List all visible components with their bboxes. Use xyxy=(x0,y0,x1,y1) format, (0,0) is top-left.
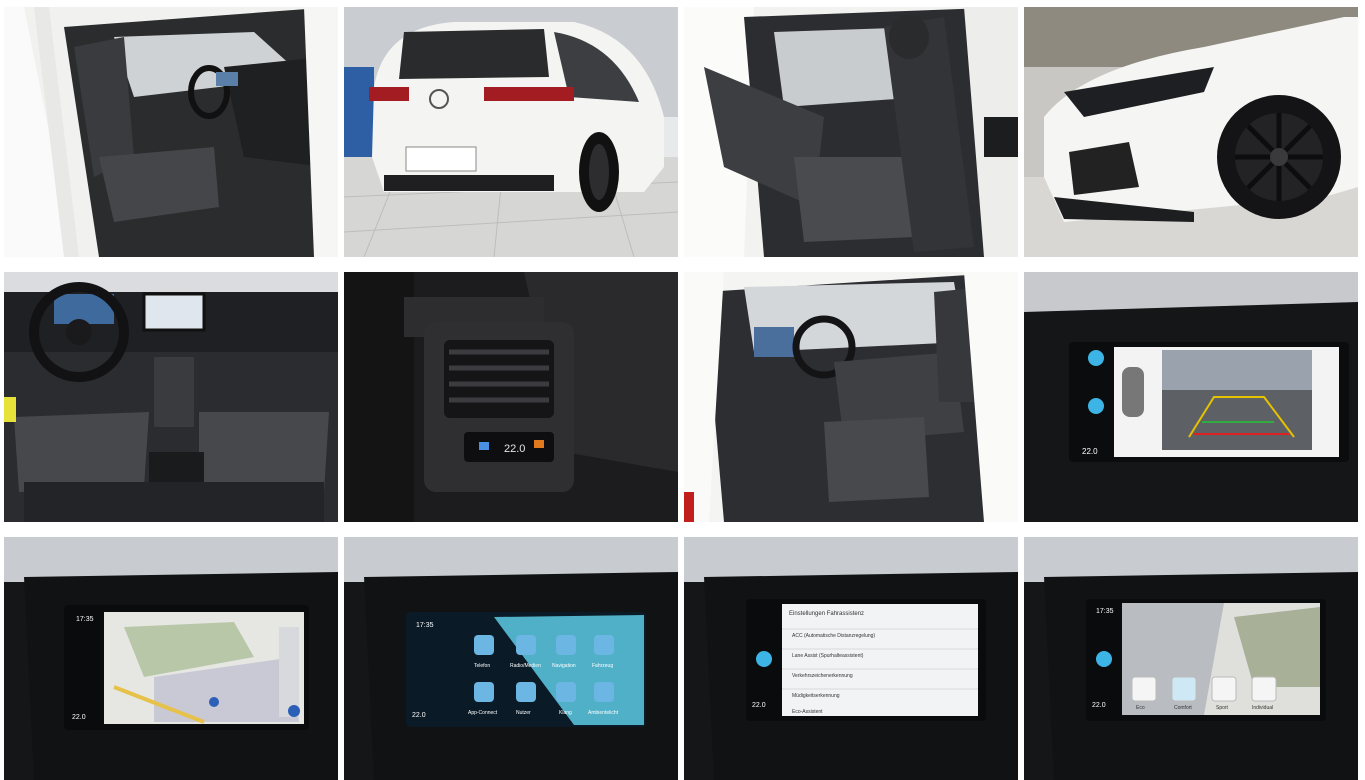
assist-temp-label: 22.0 xyxy=(752,702,766,709)
photo-rear-air-vent[interactable]: 22.0 xyxy=(344,272,678,522)
apps-temp-label: 22.0 xyxy=(412,712,426,719)
app-menu-screen-image: 17:35 22.0 Telefon Radio/Medien Navigati… xyxy=(344,537,678,780)
photo-front-exterior-wheel[interactable] xyxy=(1024,7,1358,257)
photo-dashboard-cockpit[interactable] xyxy=(4,272,338,522)
photo-passenger-door-open-interior[interactable] xyxy=(684,272,1018,522)
rear-vent-image: 22.0 xyxy=(344,272,678,522)
nav-temp-label: 22.0 xyxy=(72,714,86,721)
photo-app-menu-screen[interactable]: 17:35 22.0 Telefon Radio/Medien Navigati… xyxy=(344,537,678,780)
ambient-light-screen-image: Eco Comfort Sport Individual 17:35 22.0 xyxy=(1024,537,1358,780)
photo-gallery: 22.0 22.0 17:35 22.0 17:35 22.0 Telefon … xyxy=(0,0,1365,780)
light-option-individual: Individual xyxy=(1252,705,1273,711)
app-label-radio: Radio/Medien xyxy=(510,663,541,669)
app-label-klang: Klang xyxy=(559,710,572,716)
photo-rear-exterior[interactable] xyxy=(344,7,678,257)
light-time-label: 17:35 xyxy=(1096,608,1114,615)
light-option-comfort: Comfort xyxy=(1174,705,1192,711)
app-label-ambientelicht: Ambientelicht xyxy=(588,710,619,716)
app-label-app-connect: App-Connect xyxy=(468,710,498,716)
camera-screen-image: 22.0 xyxy=(1024,272,1358,522)
dashboard-image xyxy=(4,272,338,522)
rear-exterior-image xyxy=(344,7,678,257)
assist-item-fatigue: Müdigkeitserkennung xyxy=(792,693,840,699)
driver-interior-image xyxy=(4,7,338,257)
assistance-screen-image: Einstellungen Fahrassistenz ACC (Automat… xyxy=(684,537,1018,780)
passenger-interior-image xyxy=(684,272,1018,522)
light-temp-label: 22.0 xyxy=(1092,702,1106,709)
assist-title-label: Einstellungen Fahrassistenz xyxy=(789,611,864,617)
assist-item-traffic-signs: Verkehrszeichenerkennung xyxy=(792,673,853,679)
photo-driver-door-open-interior[interactable] xyxy=(4,7,338,257)
photo-navigation-map-screen[interactable]: 17:35 22.0 xyxy=(4,537,338,780)
rear-seats-image xyxy=(684,7,1018,257)
camera-temp-label: 22.0 xyxy=(1082,447,1098,456)
assist-item-acc: ACC (Automatische Distanzregelung) xyxy=(792,633,875,639)
assist-item-eco: Eco-Assistent xyxy=(792,709,823,715)
navigation-screen-image: 17:35 22.0 xyxy=(4,537,338,780)
app-label-telefon: Telefon xyxy=(474,663,490,669)
light-option-eco: Eco xyxy=(1136,705,1145,711)
app-label-navigation: Navigation xyxy=(552,663,576,669)
nav-time-label: 17:35 xyxy=(76,616,94,623)
app-label-fahrzeug: Fahrzeug xyxy=(592,663,613,669)
assist-item-lane: Lane Assist (Spurhalteassistent) xyxy=(792,653,864,659)
photo-rear-seats[interactable] xyxy=(684,7,1018,257)
photo-ambient-light-screen[interactable]: Eco Comfort Sport Individual 17:35 22.0 xyxy=(1024,537,1358,780)
light-option-sport: Sport xyxy=(1216,705,1229,711)
photo-rear-view-camera-screen[interactable]: 22.0 xyxy=(1024,272,1358,522)
vent-temp-label: 22.0 xyxy=(504,443,525,455)
app-label-nutzer: Nutzer xyxy=(516,710,531,716)
photo-assistance-settings-screen[interactable]: Einstellungen Fahrassistenz ACC (Automat… xyxy=(684,537,1018,780)
apps-time-label: 17:35 xyxy=(416,622,434,629)
front-exterior-image xyxy=(1024,7,1358,257)
